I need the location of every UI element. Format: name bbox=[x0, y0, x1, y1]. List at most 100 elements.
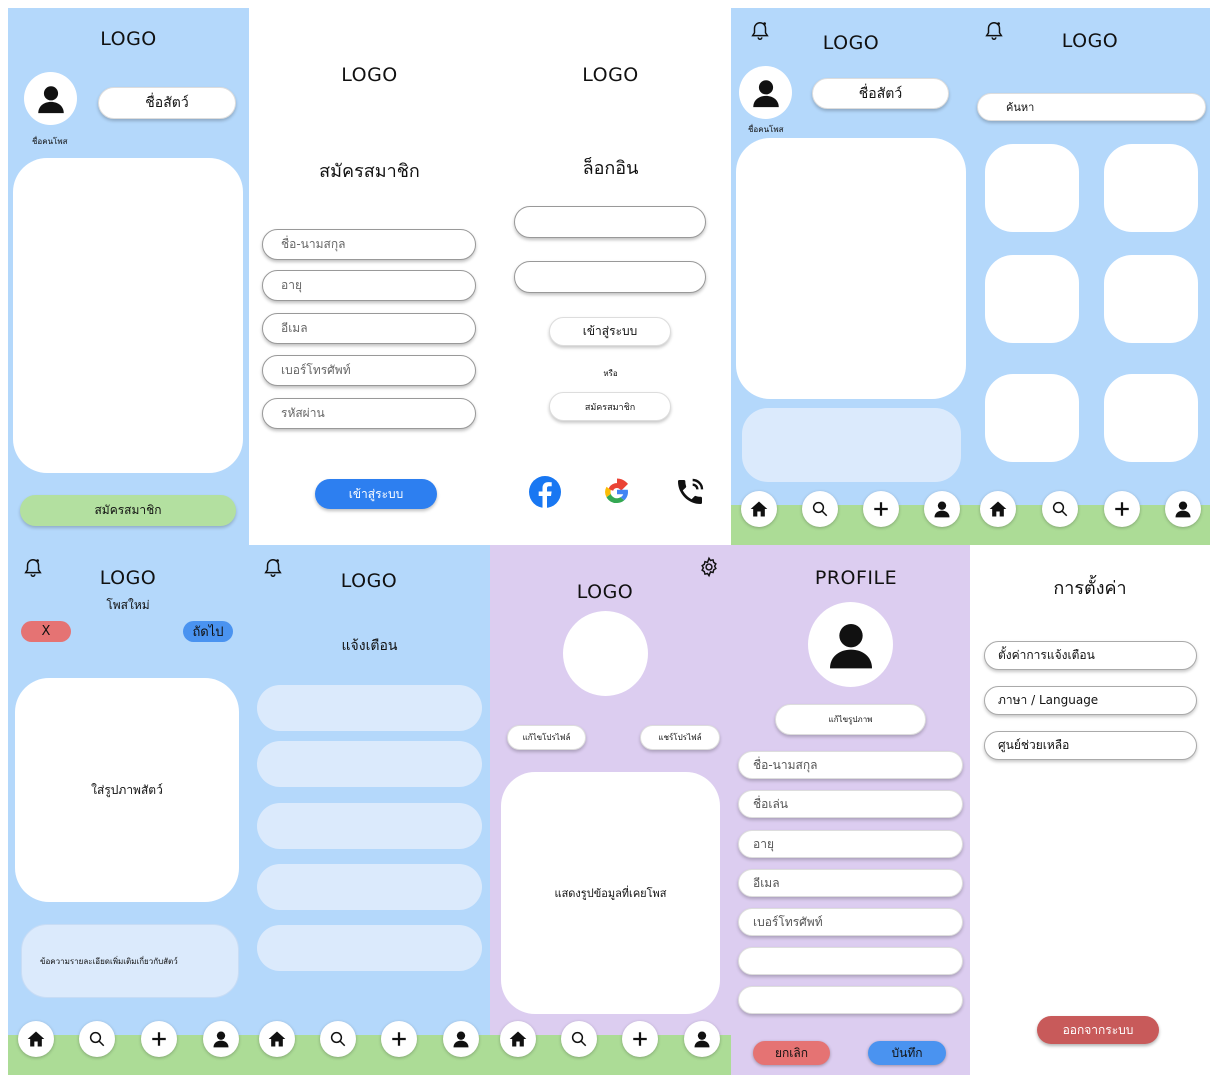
posts-gallery[interactable]: แสดงรูปข้อมูลที่เคยโพส bbox=[501, 772, 720, 1014]
panel-edit-profile: PROFILE แก้ไขรูปภาพ ชื่อ-นามสกุล ชื่อเล่… bbox=[731, 545, 970, 1075]
email-field[interactable]: อีเมล bbox=[262, 313, 476, 344]
pet-image-card[interactable] bbox=[13, 158, 243, 473]
result-tile[interactable] bbox=[1104, 374, 1198, 462]
home-nav-button[interactable] bbox=[259, 1021, 295, 1057]
nickname-field[interactable]: ชื่อเล่น bbox=[738, 790, 963, 818]
result-tile[interactable] bbox=[985, 144, 1079, 232]
add-nav-button[interactable] bbox=[622, 1021, 658, 1057]
logout-button[interactable]: ออกจากระบบ bbox=[1037, 1016, 1159, 1044]
post-caption-box bbox=[742, 408, 961, 482]
panel-pet-post: LOGO ชื่อคนโพส ชื่อสัตว์ สมัครสมาชิก bbox=[8, 8, 249, 545]
bell-icon[interactable] bbox=[262, 557, 284, 579]
google-icon[interactable] bbox=[600, 475, 634, 509]
add-nav-button[interactable] bbox=[141, 1021, 177, 1057]
pet-name-pill: ชื่อสัตว์ bbox=[812, 78, 949, 109]
or-text: หรือ bbox=[603, 369, 618, 378]
fullname-field[interactable]: ชื่อ-นามสกุล bbox=[738, 751, 963, 779]
logo: LOGO bbox=[576, 581, 634, 603]
login-button[interactable]: เข้าสู่ระบบ bbox=[549, 317, 671, 346]
user-icon bbox=[829, 623, 872, 668]
username-input[interactable] bbox=[514, 206, 706, 238]
search-input[interactable]: ค้นหา bbox=[977, 93, 1206, 121]
next-button[interactable]: ถัดไป bbox=[183, 621, 233, 642]
add-nav-button[interactable] bbox=[381, 1021, 417, 1057]
notification-item[interactable] bbox=[257, 741, 482, 787]
submit-button[interactable]: เข้าสู่ระบบ bbox=[315, 479, 437, 509]
phone-call-icon[interactable] bbox=[674, 476, 706, 508]
share-profile-button[interactable]: แชร์โปรไฟล์ bbox=[640, 725, 720, 750]
password-input[interactable] bbox=[514, 261, 706, 293]
logo: LOGO bbox=[340, 570, 398, 592]
profile-avatar[interactable] bbox=[808, 602, 893, 687]
user-icon bbox=[934, 501, 950, 518]
notification-item[interactable] bbox=[257, 685, 482, 731]
search-nav-button[interactable] bbox=[1042, 491, 1078, 527]
facebook-icon[interactable] bbox=[528, 475, 562, 509]
signup-button[interactable]: สมัครสมาชิก bbox=[20, 495, 236, 526]
owner-avatar[interactable] bbox=[739, 66, 792, 119]
profile-nav-button[interactable] bbox=[924, 491, 960, 527]
user-icon bbox=[37, 85, 64, 113]
phone-field[interactable]: เบอร์โทรศัพท์ bbox=[262, 355, 476, 386]
owner-avatar[interactable] bbox=[24, 72, 77, 125]
help-center-item[interactable]: ศูนย์ช่วยเหลือ bbox=[984, 731, 1197, 760]
bell-icon[interactable] bbox=[983, 20, 1005, 42]
home-nav-button[interactable] bbox=[500, 1021, 536, 1057]
panel-new-post: LOGO โพสใหม่ X ถัดไป ใส่รูปภาพสัตว์ ข้อค… bbox=[8, 545, 249, 1075]
home-nav-button[interactable] bbox=[18, 1021, 54, 1057]
fullname-field[interactable]: ชื่อ-นามสกุล bbox=[262, 229, 476, 260]
save-button[interactable]: บันทึก bbox=[868, 1041, 946, 1065]
result-tile[interactable] bbox=[985, 374, 1079, 462]
notification-item[interactable] bbox=[257, 925, 482, 971]
age-field[interactable]: อายุ bbox=[262, 270, 476, 301]
logo: LOGO bbox=[341, 64, 398, 86]
panel-profile-view: LOGO แก้ไขโปรไฟล์ แชร์โปรไฟล์ แสดงรูปข้อ… bbox=[490, 545, 731, 1075]
password-field[interactable]: รหัสผ่าน bbox=[262, 398, 476, 429]
profile-title: PROFILE bbox=[814, 567, 898, 589]
home-icon bbox=[509, 1031, 527, 1047]
profile-nav-button[interactable] bbox=[1165, 491, 1201, 527]
post-image-card[interactable] bbox=[736, 138, 966, 399]
logo: LOGO bbox=[100, 28, 157, 50]
logo: LOGO bbox=[582, 64, 639, 86]
plus-icon bbox=[874, 502, 888, 516]
search-nav-button[interactable] bbox=[561, 1021, 597, 1057]
signup-button[interactable]: สมัครสมาชิก bbox=[549, 392, 671, 421]
age-field[interactable]: อายุ bbox=[738, 830, 963, 858]
phone-field[interactable]: เบอร์โทรศัพท์ bbox=[738, 908, 963, 936]
bell-icon[interactable] bbox=[749, 20, 771, 42]
search-nav-button[interactable] bbox=[320, 1021, 356, 1057]
profile-nav-button[interactable] bbox=[443, 1021, 479, 1057]
detail-textarea[interactable]: ข้อความรายละเอียดเพิ่มเติมเกี่ยวกับสัตว์ bbox=[21, 924, 239, 998]
profile-nav-button[interactable] bbox=[684, 1021, 720, 1057]
edit-profile-button[interactable]: แก้ไขโปรไฟล์ bbox=[507, 725, 586, 750]
cancel-button[interactable]: ยกเลิก bbox=[753, 1041, 830, 1065]
result-tile[interactable] bbox=[985, 255, 1079, 343]
email-field[interactable]: อีเมล bbox=[738, 869, 963, 897]
extra-field[interactable] bbox=[738, 947, 963, 975]
search-icon bbox=[1052, 501, 1068, 517]
extra-field[interactable] bbox=[738, 986, 963, 1014]
notification-item[interactable] bbox=[257, 864, 482, 910]
result-tile[interactable] bbox=[1104, 144, 1198, 232]
panel-notifications: LOGO แจ้งเตือน bbox=[249, 545, 490, 1075]
gear-icon[interactable] bbox=[698, 556, 720, 578]
add-nav-button[interactable] bbox=[1104, 491, 1140, 527]
profile-nav-button[interactable] bbox=[203, 1021, 239, 1057]
language-settings-item[interactable]: ภาษา / Language bbox=[984, 686, 1197, 715]
upload-photo-area[interactable]: ใส่รูปภาพสัตว์ bbox=[15, 678, 239, 902]
profile-avatar[interactable] bbox=[563, 611, 648, 696]
search-nav-button[interactable] bbox=[802, 491, 838, 527]
edit-photo-button[interactable]: แก้ไขรูปภาพ bbox=[775, 704, 926, 735]
notification-item[interactable] bbox=[257, 803, 482, 849]
cancel-button[interactable]: X bbox=[21, 621, 71, 642]
notification-settings-item[interactable]: ตั้งค่าการแจ้งเตือน bbox=[984, 641, 1197, 670]
logo: LOGO bbox=[1061, 30, 1119, 52]
result-tile[interactable] bbox=[1104, 255, 1198, 343]
home-nav-button[interactable] bbox=[980, 491, 1016, 527]
bell-icon[interactable] bbox=[22, 557, 44, 579]
search-nav-button[interactable] bbox=[79, 1021, 115, 1057]
home-nav-button[interactable] bbox=[741, 491, 777, 527]
notifications-title: แจ้งเตือน bbox=[341, 638, 398, 654]
add-nav-button[interactable] bbox=[863, 491, 899, 527]
